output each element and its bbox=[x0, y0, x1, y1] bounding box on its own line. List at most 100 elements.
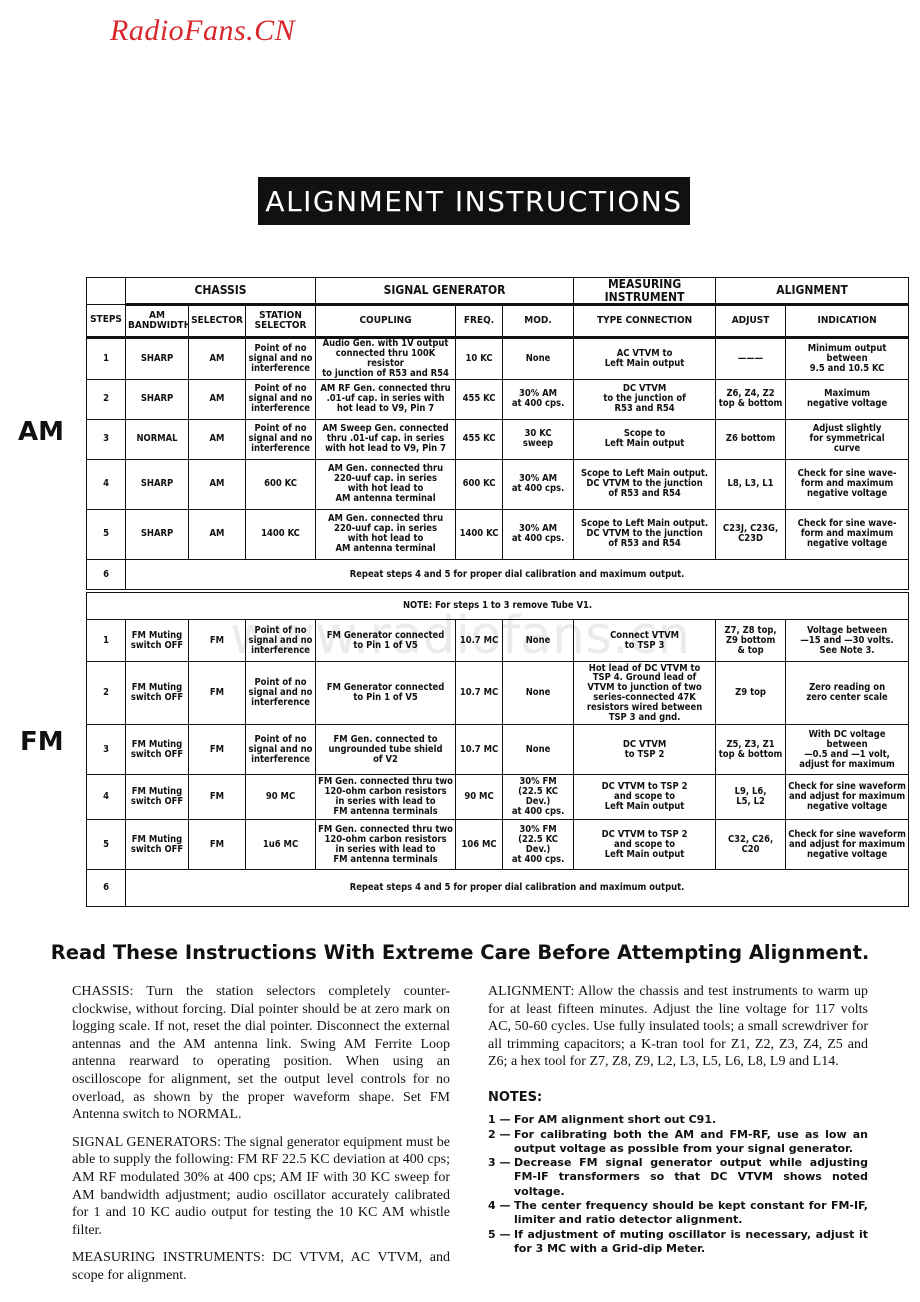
freq-cell: 10.7 MC bbox=[455, 724, 504, 776]
note-text: Decrease FM signal generator output whil… bbox=[514, 1156, 868, 1198]
adjust-cell: Z9 top bbox=[715, 661, 787, 726]
station-selector-cell: 90 MC bbox=[244, 774, 317, 821]
station-selector-cell: Point of no signal and no interference bbox=[244, 619, 317, 663]
table-row: 2 FM Muting switch OFF FM Point of no signa… bbox=[86, 661, 910, 726]
measuring-instrument-header: MEASURING INSTRUMENT bbox=[573, 276, 717, 307]
step-cell: 5 bbox=[86, 508, 126, 560]
adjust-cell: Z6, Z4, Z2 top & bottom bbox=[715, 378, 787, 420]
column-header-type-connection: TYPE CONNECTION bbox=[573, 304, 717, 340]
note-row: NOTE: For steps 1 to 3 remove Tube V1. bbox=[85, 589, 910, 621]
am-bandwidth-cell: SHARP bbox=[125, 337, 189, 380]
step-cell: 6 bbox=[86, 558, 126, 592]
am-bandwidth-cell: NORMAL bbox=[125, 418, 189, 460]
freq-cell: 455 KC bbox=[455, 418, 504, 460]
adjust-cell: Z7, Z8 top, Z9 bottom & top bbox=[715, 619, 787, 663]
fm-section-label: FM bbox=[20, 727, 64, 757]
coupling-cell: FM Gen. connected to ungrounded tube shi… bbox=[315, 724, 457, 776]
am-bandwidth-cell: SHARP bbox=[125, 458, 189, 510]
coupling-cell: FM Generator connected to Pin 1 of V5 bbox=[315, 661, 457, 726]
note-text: If adjustment of muting oscillator is ne… bbox=[514, 1227, 868, 1255]
alignment-table: CHASSIS SIGNAL GENERATOR MEASURING INSTR… bbox=[85, 276, 910, 908]
table-row: 4 SHARP AM 600 KC AM Gen. connected thru 220… bbox=[86, 458, 910, 510]
repeat-step-row: 6 Repeat steps 4 and 5 for proper dial ca… bbox=[86, 869, 910, 908]
indication-cell: With DC voltage between —0.5 and —1 volt… bbox=[785, 724, 910, 776]
indication-cell: Adjust slightly for symmetrical curve bbox=[785, 418, 910, 460]
mod-cell: None bbox=[502, 724, 575, 776]
column-header-mod: MOD. bbox=[502, 304, 575, 340]
repeat-instruction: Repeat steps 4 and 5 for proper dial cal… bbox=[124, 558, 910, 592]
coupling-cell: FM Gen. connected thru two 120-ohm carbo… bbox=[315, 774, 457, 821]
adjust-cell: L9, L6, L5, L2 bbox=[715, 774, 787, 821]
note-number: 1 — bbox=[488, 1113, 511, 1127]
am-bandwidth-cell: FM Muting switch OFF bbox=[125, 619, 189, 663]
freq-cell: 10.7 MC bbox=[455, 619, 504, 663]
note-number: 4 — bbox=[488, 1199, 511, 1213]
station-selector-cell: 600 KC bbox=[244, 458, 317, 510]
step-cell: 6 bbox=[86, 869, 126, 908]
warning-heading: Read These Instructions With Extreme Car… bbox=[50, 941, 870, 964]
column-header-step: STEPS bbox=[86, 304, 126, 340]
column-header-indication: INDICATION bbox=[785, 304, 910, 340]
mod-cell: 30% AM at 400 cps. bbox=[502, 378, 575, 420]
table-row: 1 SHARP AM Point of no signal and no interf… bbox=[86, 337, 910, 380]
selector-cell: AM bbox=[188, 508, 246, 560]
coupling-cell: AM RF Gen. connected thru .01-uf cap. in… bbox=[315, 378, 457, 420]
type-connection-cell: DC VTVM to TSP 2 and scope to Left Main … bbox=[573, 774, 717, 821]
step-cell: 4 bbox=[86, 774, 126, 821]
adjust-cell: Z5, Z3, Z1 top & bottom bbox=[715, 724, 787, 776]
type-connection-cell: Hot lead of DC VTVM to TSP 4. Ground lea… bbox=[573, 661, 717, 726]
step-cell: 3 bbox=[86, 418, 126, 460]
selector-cell: AM bbox=[188, 418, 246, 460]
note-text: For AM alignment short out C91. bbox=[514, 1113, 717, 1127]
radiofans-logo: RadioFans.CN bbox=[110, 14, 296, 47]
coupling-cell: AM Gen. connected thru 220-uuf cap. in s… bbox=[315, 458, 457, 510]
column-header-coupling: COUPLING bbox=[315, 304, 457, 340]
indication-cell: Voltage between —15 and —30 volts. See N… bbox=[785, 619, 910, 663]
mod-cell: 30% AM at 400 cps. bbox=[502, 458, 575, 510]
mod-cell: 30% FM (22.5 KC Dev.) at 400 cps. bbox=[502, 819, 575, 871]
note-item: 3 — Decrease FM signal generator output w… bbox=[488, 1156, 868, 1199]
alignment-paragraph: ALIGNMENT: Allow the chassis and test in… bbox=[488, 984, 868, 1070]
station-selector-cell: 1400 KC bbox=[244, 508, 317, 560]
table-row: 3 FM Muting switch OFF FM Point of no signa… bbox=[86, 724, 910, 776]
station-selector-cell: Point of no signal and no interference bbox=[244, 418, 317, 460]
adjust-cell: Z6 bottom bbox=[715, 418, 787, 460]
indication-cell: Minimum output between 9.5 and 10.5 KC bbox=[785, 337, 910, 380]
type-connection-cell: Connect VTVM to TSP 3 bbox=[573, 619, 717, 663]
adjust-cell: ——— bbox=[715, 337, 787, 380]
signal-generators-paragraph: SIGNAL GENERATORS: The signal generator … bbox=[72, 1134, 450, 1238]
am-bandwidth-cell: SHARP bbox=[125, 378, 189, 420]
indication-cell: Check for sine wave- form and maximum ne… bbox=[785, 508, 910, 560]
mod-cell: 30% FM (22.5 KC Dev.) at 400 cps. bbox=[502, 774, 575, 821]
note-item: 4 — The center frequency should be kept c… bbox=[488, 1199, 868, 1228]
left-column: CHASSIS: Turn the station selectors comp… bbox=[72, 983, 450, 1295]
table-row: 2 SHARP AM Point of no signal and no interf… bbox=[86, 378, 910, 420]
freq-cell: 1400 KC bbox=[455, 508, 504, 560]
notes-section: NOTES: 1 — For AM alignment short out C91… bbox=[488, 1090, 868, 1256]
coupling-cell: AM Sweep Gen. connected thru .01-uf cap.… bbox=[315, 418, 457, 460]
adjust-cell: C32, C26, C20 bbox=[715, 819, 787, 871]
table-row: 4 FM Muting switch OFF FM 90 MC FM Gen. conn… bbox=[86, 774, 910, 821]
am-bandwidth-cell: FM Muting switch OFF bbox=[125, 724, 189, 776]
type-connection-cell: Scope to Left Main output. DC VTVM to th… bbox=[573, 458, 717, 510]
column-header-row: STEPS AM BANDWIDTH SELECTOR STATION SELECTO… bbox=[86, 304, 910, 340]
step-cell: 3 bbox=[86, 724, 126, 776]
column-header-freq: FREQ. bbox=[455, 304, 504, 340]
selector-cell: FM bbox=[188, 774, 246, 821]
freq-cell: 600 KC bbox=[455, 458, 504, 510]
freq-cell: 10.7 MC bbox=[455, 661, 504, 726]
chassis-paragraph: CHASSIS: Turn the station selectors comp… bbox=[72, 984, 450, 1123]
notes-title: NOTES: bbox=[488, 1090, 543, 1105]
freq-cell: 10 KC bbox=[455, 337, 504, 380]
am-bandwidth-cell: FM Muting switch OFF bbox=[125, 774, 189, 821]
type-connection-cell: AC VTVM to Left Main output bbox=[573, 337, 717, 380]
measuring-instruments-paragraph: MEASURING INSTRUMENTS: DC VTVM, AC VTVM,… bbox=[72, 1250, 450, 1283]
repeat-instruction: Repeat steps 4 and 5 for proper dial cal… bbox=[124, 869, 910, 908]
signal-generator-header: SIGNAL GENERATOR bbox=[315, 276, 575, 307]
table-row: 1 FM Muting switch OFF FM Point of no signa… bbox=[86, 619, 910, 663]
table-row: 3 NORMAL AM Point of no signal and no inter… bbox=[86, 418, 910, 460]
station-selector-cell: Point of no signal and no interference bbox=[244, 661, 317, 726]
station-selector-cell: Point of no signal and no interference bbox=[244, 724, 317, 776]
page-title: ALIGNMENT INSTRUCTIONS bbox=[258, 177, 690, 225]
coupling-cell: AM Gen. connected thru 220-uuf cap. in s… bbox=[315, 508, 457, 560]
